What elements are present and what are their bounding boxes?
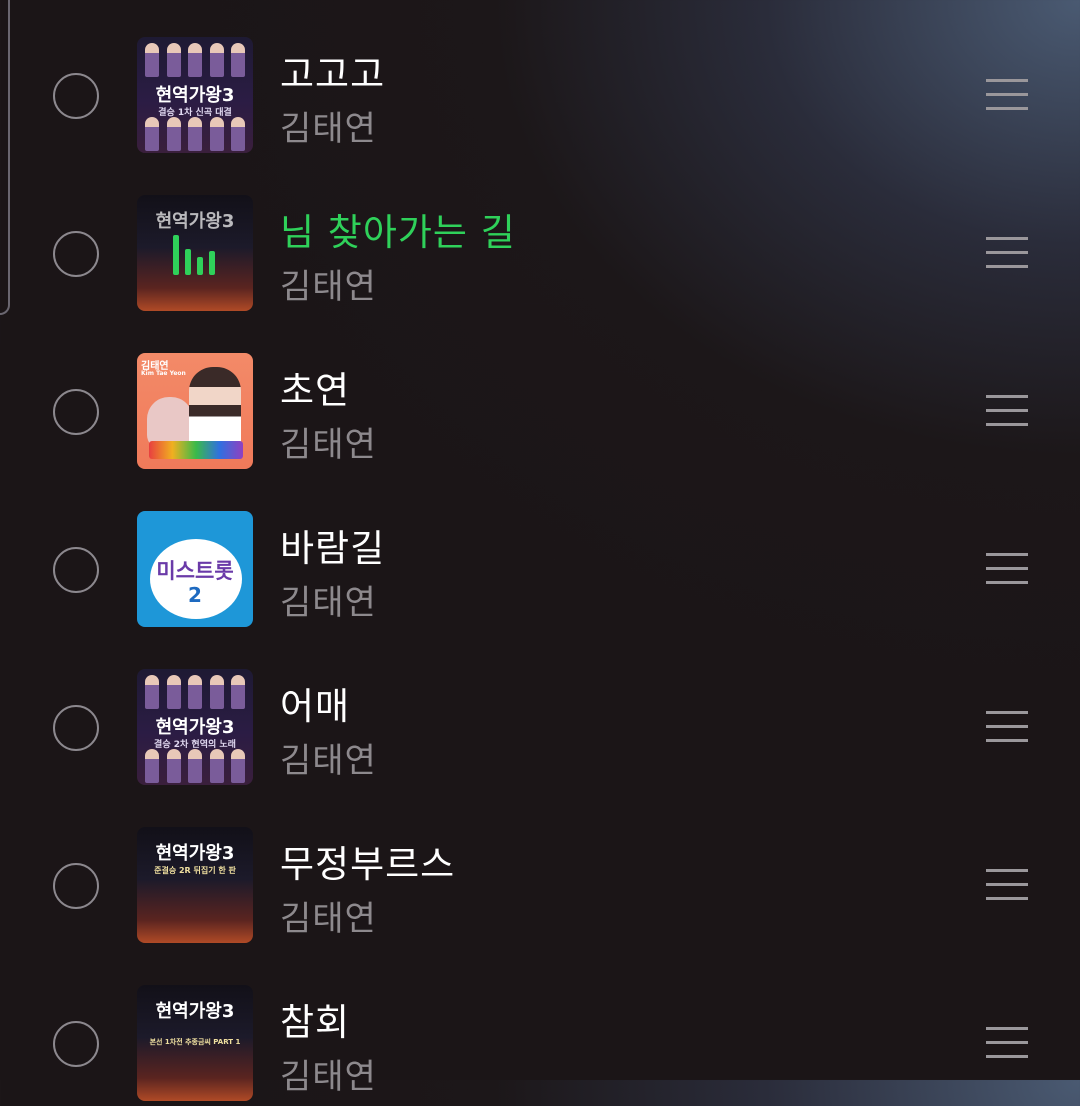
art-title: 현역가왕3 [155, 717, 235, 738]
select-checkbox[interactable] [53, 547, 99, 593]
art-people [145, 675, 245, 709]
art-title: 현역가왕3 [155, 211, 235, 232]
track-artist: 김태연 [280, 1057, 377, 1097]
track-artist: 김태연 [280, 425, 377, 465]
art-people [145, 43, 245, 77]
track-title[interactable]: 님 찾아가는 길 [280, 202, 516, 256]
drag-handle-icon[interactable] [986, 395, 1028, 427]
art-title: 현역가왕3 [155, 85, 235, 106]
select-checkbox[interactable] [53, 73, 99, 119]
album-art[interactable]: 현역가왕3 결승 2차 현역의 노래 [137, 669, 253, 785]
drag-handle-icon[interactable] [986, 553, 1028, 585]
equalizer-icon [173, 231, 217, 275]
drag-handle-icon[interactable] [986, 79, 1028, 111]
track-title[interactable]: 초연 [280, 360, 350, 414]
select-checkbox[interactable] [53, 1021, 99, 1067]
select-checkbox[interactable] [53, 705, 99, 751]
art-title: 현역가왕3 [155, 843, 235, 864]
album-art[interactable]: 현역가왕3 결승 1차 신곡 대결 [137, 37, 253, 153]
art-title: 현역가왕3 [155, 1001, 235, 1022]
track-artist: 김태연 [280, 267, 377, 307]
track-row[interactable]: 김태연 Kim Tae Yeon 초연 김태연 [0, 316, 1080, 474]
drag-handle-icon[interactable] [986, 1027, 1028, 1059]
track-title[interactable]: 무정부르스 [280, 834, 455, 888]
album-art[interactable]: 미스트롯 2 [137, 511, 253, 627]
track-title[interactable]: 어매 [280, 676, 350, 730]
track-title[interactable]: 바람길 [280, 518, 385, 572]
drag-handle-icon[interactable] [986, 869, 1028, 901]
track-artist: 김태연 [280, 899, 377, 939]
art-subtitle: 2 [188, 583, 202, 607]
album-art[interactable]: 현역가왕3 본선 1차전 추종금씨 PART 1 [137, 985, 253, 1101]
track-title[interactable]: 고고고 [280, 44, 385, 98]
track-artist: 김태연 [280, 109, 377, 149]
track-row[interactable]: 현역가왕3 결승 1차 신곡 대결 고고고 김태연 [0, 0, 1080, 158]
select-checkbox[interactable] [53, 863, 99, 909]
track-artist: 김태연 [280, 583, 377, 623]
track-row[interactable]: 현역가왕3 님 찾아가는 길 김태연 [0, 158, 1080, 316]
album-art[interactable]: 현역가왕3 [137, 195, 253, 311]
drag-handle-icon[interactable] [986, 711, 1028, 743]
album-art[interactable]: 현역가왕3 준결승 2R 뒤집기 한 판 [137, 827, 253, 943]
art-people [145, 749, 245, 783]
select-checkbox[interactable] [53, 389, 99, 435]
track-row[interactable]: 현역가왕3 결승 2차 현역의 노래 어매 김태연 [0, 632, 1080, 790]
track-row[interactable]: 미스트롯 2 바람길 김태연 [0, 474, 1080, 632]
track-artist: 김태연 [280, 741, 377, 781]
track-title[interactable]: 참회 [280, 992, 350, 1046]
track-list: 현역가왕3 결승 1차 신곡 대결 고고고 김태연 현역가왕3 님 찾아가는 길… [0, 0, 1080, 1106]
art-people [145, 117, 245, 151]
album-art[interactable]: 김태연 Kim Tae Yeon [137, 353, 253, 469]
art-subtitle: 준결승 2R 뒤집기 한 판 [154, 866, 236, 875]
art-banner [149, 441, 243, 459]
art-title: 미스트롯 [156, 559, 234, 583]
art-subtitle: 본선 1차전 추종금씨 PART 1 [149, 1038, 241, 1046]
drag-handle-icon[interactable] [986, 237, 1028, 269]
track-row[interactable]: 현역가왕3 본선 1차전 추종금씨 PART 1 참회 김태연 [0, 948, 1080, 1106]
track-row[interactable]: 현역가왕3 준결승 2R 뒤집기 한 판 무정부르스 김태연 [0, 790, 1080, 948]
select-checkbox[interactable] [53, 231, 99, 277]
art-subtitle: Kim Tae Yeon [141, 370, 186, 377]
